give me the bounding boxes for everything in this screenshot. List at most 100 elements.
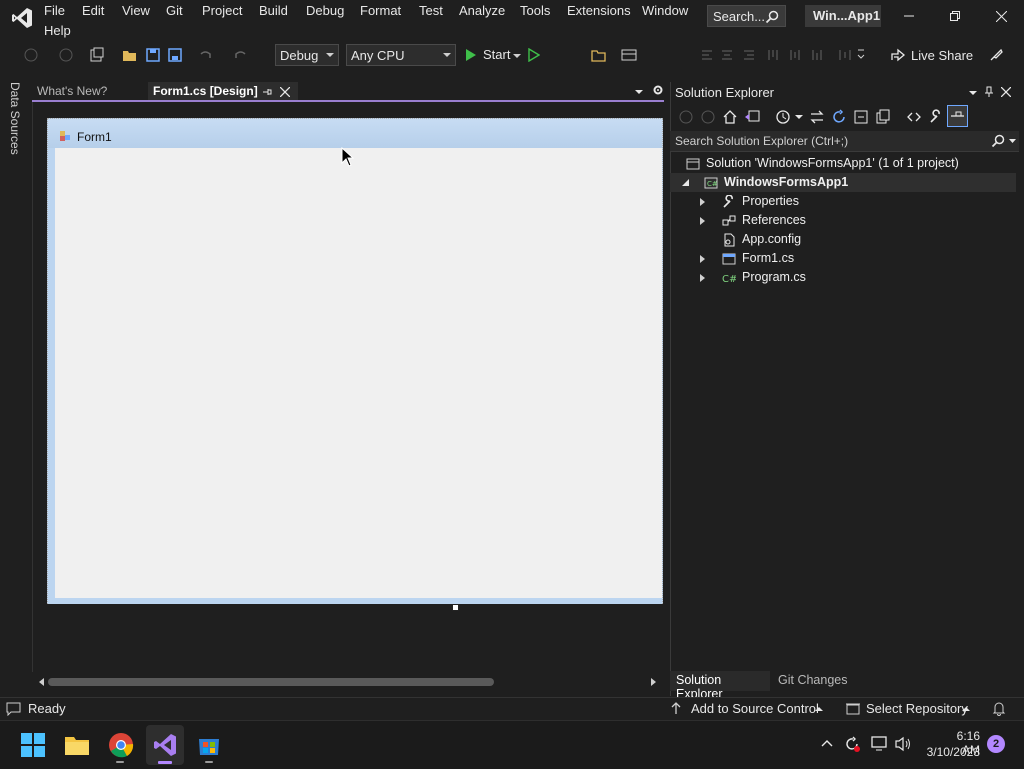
display-icon[interactable] [871, 736, 889, 752]
collapsed-chevron-icon[interactable] [700, 198, 705, 206]
scrollbar-thumb[interactable] [48, 678, 494, 686]
layout-icon[interactable] [620, 46, 638, 64]
tab-overflow-icon[interactable] [634, 88, 644, 96]
data-sources-tab[interactable]: Data Sources [8, 82, 22, 155]
windows-start-icon[interactable] [20, 732, 46, 758]
resize-handle[interactable] [452, 604, 459, 611]
tree-item-references[interactable]: References [670, 211, 1016, 230]
align-middle-icon[interactable] [786, 46, 804, 64]
back-icon[interactable] [679, 110, 693, 124]
menu-test[interactable]: Test [419, 3, 443, 18]
wrench-icon[interactable] [928, 109, 944, 125]
project-title[interactable]: Win...App1 [805, 5, 881, 27]
tab-form1-design[interactable]: Form1.cs [Design] [148, 82, 298, 101]
select-repository-button[interactable]: Select Repository [866, 701, 968, 716]
preview-selected-items-button[interactable] [947, 105, 968, 127]
tree-item-app-config[interactable]: App.config [670, 230, 1016, 249]
align-right-icon[interactable] [740, 46, 758, 64]
redo-icon[interactable] [232, 46, 250, 64]
tree-item-program[interactable]: C# Program.cs [670, 268, 1016, 287]
align-top-icon[interactable] [764, 46, 782, 64]
close-button[interactable] [978, 0, 1024, 32]
collapse-all-icon[interactable] [853, 109, 869, 125]
menu-edit[interactable]: Edit [82, 3, 104, 18]
visual-studio-icon[interactable] [152, 732, 178, 758]
open-folder-icon[interactable] [121, 46, 139, 64]
tab-git-changes[interactable]: Git Changes [772, 671, 862, 691]
menu-debug[interactable]: Debug [306, 3, 344, 18]
refresh-icon[interactable] [831, 109, 847, 125]
save-all-icon[interactable] [166, 46, 184, 64]
chevron-up-icon[interactable] [821, 739, 833, 747]
align-bottom-icon[interactable] [808, 46, 826, 64]
expanded-chevron-icon[interactable] [682, 179, 689, 186]
menu-analyze[interactable]: Analyze [459, 3, 505, 18]
close-icon[interactable] [1001, 87, 1011, 97]
pin-icon[interactable] [984, 86, 994, 98]
collapsed-chevron-icon[interactable] [700, 274, 705, 282]
panel-options-icon[interactable] [968, 89, 978, 97]
tree-item-form1[interactable]: Form1.cs [670, 249, 1016, 268]
view-code-icon[interactable] [906, 109, 922, 125]
tree-item-project[interactable]: C# WindowsFormsApp1 [670, 173, 1016, 192]
scroll-right-icon[interactable] [650, 677, 658, 687]
taskbar-date[interactable]: 3/10/2023 [923, 745, 980, 759]
sync-with-document-icon[interactable] [809, 109, 825, 125]
pending-changes-filter-icon[interactable] [775, 109, 791, 125]
collapsed-chevron-icon[interactable] [700, 217, 705, 225]
add-to-source-control-button[interactable]: Add to Source Control [691, 701, 819, 716]
search-box[interactable]: Search... [707, 5, 786, 27]
notification-count-badge[interactable]: 2 [987, 735, 1005, 753]
forward-icon[interactable] [701, 110, 715, 124]
new-project-icon[interactable] [88, 46, 106, 64]
save-icon[interactable] [144, 46, 162, 64]
restore-button[interactable] [932, 0, 978, 32]
menu-git[interactable]: Git [166, 3, 183, 18]
config-dropdown[interactable]: Debug [275, 44, 339, 66]
menu-window[interactable]: Window [642, 3, 688, 18]
menu-file[interactable]: File [44, 3, 65, 18]
show-all-files-icon[interactable] [875, 109, 891, 125]
menu-tools[interactable]: Tools [520, 3, 550, 18]
solution-search-input[interactable]: Search Solution Explorer (Ctrl+;) [670, 131, 1019, 152]
toolbar-overflow-icon[interactable] [852, 46, 870, 64]
menu-help[interactable]: Help [44, 23, 71, 38]
pin-icon[interactable] [262, 87, 272, 97]
gear-icon[interactable] [652, 84, 664, 96]
chevron-up-icon[interactable] [815, 706, 823, 712]
tree-item-properties[interactable]: Properties [670, 192, 1016, 211]
notifications-bell-icon[interactable] [992, 701, 1006, 716]
chevron-down-icon[interactable] [1009, 139, 1016, 144]
platform-dropdown[interactable]: Any CPU [346, 44, 456, 66]
close-icon[interactable] [280, 87, 290, 97]
menu-extensions[interactable]: Extensions [567, 3, 631, 18]
menu-build[interactable]: Build [259, 3, 288, 18]
form-title-bar[interactable] [48, 119, 662, 148]
home-icon[interactable] [722, 109, 738, 125]
file-explorer-icon[interactable] [64, 732, 90, 758]
chevron-up-icon[interactable] [962, 706, 970, 712]
minimize-button[interactable] [886, 0, 932, 32]
align-center-icon[interactable] [718, 46, 736, 64]
switch-views-icon[interactable] [744, 109, 760, 125]
collapsed-chevron-icon[interactable] [700, 255, 705, 263]
menu-format[interactable]: Format [360, 3, 401, 18]
visual-studio-logo-icon[interactable] [10, 6, 34, 30]
microsoft-store-icon[interactable] [196, 732, 222, 758]
chrome-icon[interactable] [108, 732, 134, 758]
form-client-area[interactable] [55, 148, 662, 598]
chevron-down-icon[interactable] [795, 115, 803, 121]
undo-icon[interactable] [196, 46, 214, 64]
menu-project[interactable]: Project [202, 3, 242, 18]
align-left-icon[interactable] [698, 46, 716, 64]
feedback-icon[interactable] [987, 46, 1005, 64]
tab-whats-new[interactable]: What's New? [32, 82, 146, 101]
forward-icon[interactable] [57, 46, 75, 64]
back-icon[interactable] [22, 46, 40, 64]
start-without-debugging-icon[interactable] [525, 46, 543, 64]
tab-solution-explorer[interactable]: Solution Explorer [670, 671, 770, 701]
solution-folder-icon[interactable] [590, 46, 608, 64]
scroll-left-icon[interactable] [37, 677, 45, 687]
menu-view[interactable]: View [122, 3, 150, 18]
volume-icon[interactable] [895, 736, 913, 752]
